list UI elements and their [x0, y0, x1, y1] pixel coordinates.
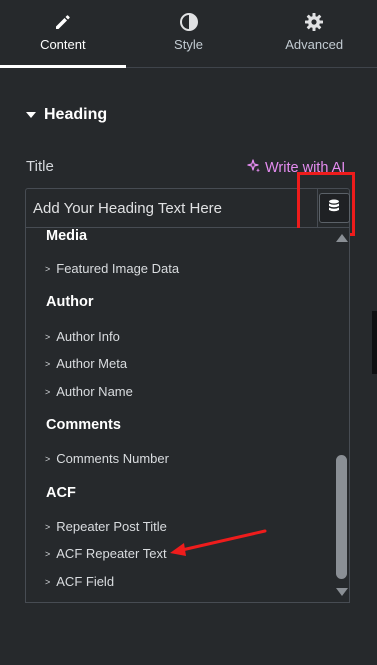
sparkle-icon: [247, 159, 261, 177]
chevron-right-icon: >: [45, 386, 51, 397]
tab-content-label: Content: [40, 37, 86, 52]
gear-icon: [304, 11, 324, 33]
group-title-media: Media: [46, 228, 88, 244]
list-item-label: Author Info: [56, 329, 120, 344]
list-item-label: Comments Number: [56, 451, 169, 466]
chevron-right-icon: >: [45, 576, 51, 587]
dropdown-scrollbar[interactable]: [333, 228, 349, 602]
tab-style[interactable]: Style: [126, 0, 252, 67]
database-icon: [328, 199, 340, 218]
chevron-right-icon: >: [45, 548, 51, 559]
list-item-label: ACF Repeater Text: [56, 546, 167, 561]
half-circle-icon: [179, 11, 199, 33]
list-item-author-name[interactable]: > Author Name: [45, 384, 133, 399]
list-item-comments-number[interactable]: > Comments Number: [45, 451, 169, 466]
heading-section-toggle[interactable]: Heading: [26, 106, 107, 124]
list-item-repeater-post-title[interactable]: > Repeater Post Title: [45, 519, 167, 534]
dynamic-tags-dropdown: Media > Featured Image Data Author > Autho…: [25, 228, 350, 603]
scrollbar-thumb[interactable]: [336, 455, 347, 579]
list-item-label: Author Meta: [56, 356, 128, 371]
title-input-wrapper: [25, 188, 350, 228]
list-item-author-meta[interactable]: > Author Meta: [45, 356, 127, 371]
chevron-right-icon: >: [45, 331, 51, 342]
write-with-ai-button[interactable]: Write with AI: [247, 159, 345, 177]
tab-advanced[interactable]: Advanced: [251, 0, 377, 67]
tab-content[interactable]: Content: [0, 0, 126, 68]
dynamic-tags-button[interactable]: [317, 189, 350, 227]
scroll-down-arrow-icon[interactable]: [336, 588, 348, 596]
list-item-label: ACF Field: [56, 574, 115, 589]
group-title-comments: Comments: [46, 417, 121, 433]
chevron-right-icon: >: [45, 453, 51, 464]
list-item-author-info[interactable]: > Author Info: [45, 329, 120, 344]
section-title: Heading: [44, 106, 108, 123]
chevron-right-icon: >: [45, 263, 51, 274]
write-with-ai-label: Write with AI: [265, 160, 346, 176]
list-item-acf-repeater-text[interactable]: > ACF Repeater Text: [45, 546, 167, 561]
list-item-label: Featured Image Data: [56, 261, 180, 276]
title-input[interactable]: [26, 189, 316, 227]
tab-advanced-label: Advanced: [285, 37, 344, 52]
group-title-author: Author: [46, 294, 94, 310]
chevron-right-icon: >: [45, 521, 51, 532]
scroll-up-arrow-icon[interactable]: [336, 234, 348, 242]
list-item-label: Repeater Post Title: [56, 519, 167, 534]
list-item-acf-field[interactable]: > ACF Field: [45, 574, 114, 589]
chevron-right-icon: >: [45, 358, 51, 369]
pencil-icon: [54, 11, 72, 33]
group-title-acf: ACF: [46, 485, 76, 501]
caret-down-icon: [26, 112, 36, 118]
tab-style-label: Style: [174, 37, 203, 52]
list-item-featured-image-data[interactable]: > Featured Image Data: [45, 261, 179, 276]
panel-tabs: Content Style Advanced: [0, 0, 377, 68]
list-item-label: Author Name: [56, 384, 133, 399]
background-edge: [372, 311, 377, 374]
title-field-label: Title: [26, 158, 54, 175]
